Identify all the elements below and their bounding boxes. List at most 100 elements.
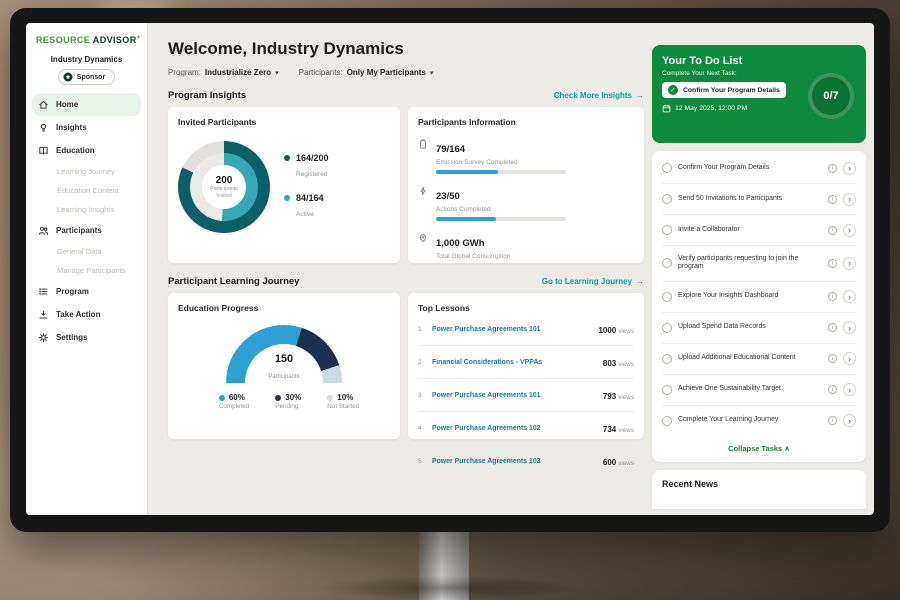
pending-label: Pending (275, 403, 301, 410)
lesson-rank: 4 (418, 425, 425, 432)
info-icon[interactable]: i (828, 259, 837, 268)
program-dropdown[interactable]: Program: Industrialize Zero ▾ (168, 68, 279, 77)
consumption-value: 1,000 GWh (436, 238, 485, 249)
book-icon (38, 145, 49, 156)
task-checkbox[interactable] (662, 194, 672, 204)
legend-not-started: 10% Not Started (317, 393, 359, 410)
task-label: Complete Your Learning Journey (678, 416, 822, 425)
emission-survey-value: 79/164 (436, 144, 465, 155)
sponsor-badge[interactable]: Sponsor (58, 69, 115, 85)
education-card-title: Education Progress (178, 303, 390, 313)
lesson-row: 4 Power Purchase Agreements 102 734views (418, 412, 634, 445)
check-more-insights-link[interactable]: Check More Insights → (554, 91, 644, 100)
page-title: Welcome, Industry Dynamics (168, 39, 644, 59)
task-checkbox[interactable] (662, 258, 672, 268)
info-icon[interactable]: i (828, 292, 837, 301)
lesson-link[interactable]: Power Purchase Agreements 101 (432, 326, 591, 333)
task-checkbox[interactable] (662, 354, 672, 364)
lesson-link[interactable]: Financial Considerations - VPPAs (432, 359, 596, 366)
task-checkbox[interactable] (662, 416, 672, 426)
task-row-send-invitations[interactable]: Send 50 Invitations to Participants i › (662, 184, 856, 215)
sidebar-item-home[interactable]: Home (32, 93, 141, 116)
task-row-upload-educational-content[interactable]: Upload Additional Educational Content i … (662, 344, 856, 375)
task-checkbox[interactable] (662, 292, 672, 302)
chevron-right-icon[interactable]: › (843, 162, 856, 175)
sidebar-item-settings[interactable]: Settings (26, 326, 147, 349)
lesson-link[interactable]: Power Purchase Agreements 102 (432, 425, 596, 432)
sidebar-item-label: Home (56, 100, 78, 109)
completed-label: Completed (219, 403, 249, 410)
chevron-up-icon: ∧ (784, 444, 790, 453)
info-icon[interactable]: i (828, 164, 837, 173)
task-row-achieve-target[interactable]: Achieve One Sustainability Target i › (662, 375, 856, 406)
sidebar-item-learning-journey[interactable]: Learning Journey (26, 162, 147, 181)
info-icon[interactable]: i (828, 416, 837, 425)
task-checkbox[interactable] (662, 385, 672, 395)
sidebar-item-participants[interactable]: Participants (26, 219, 147, 242)
participants-information-card: Participants Information 79/164 Emission… (408, 107, 644, 263)
due-date: 12 May 2025, 12:00 PM (675, 105, 747, 112)
collapse-tasks-link[interactable]: Collapse Tasks ∧ (662, 436, 856, 460)
task-row-confirm-program[interactable]: Confirm Your Program Details i › (662, 153, 856, 184)
chevron-right-icon[interactable]: › (843, 352, 856, 365)
actions-completed-row: 23/50 Actions Completed (418, 186, 634, 221)
task-row-invite-collaborator[interactable]: Invite a Collaborator i › (662, 215, 856, 246)
sidebar-item-take-action[interactable]: Take Action (26, 303, 147, 326)
todo-title: Your To Do List (662, 55, 856, 67)
chevron-right-icon[interactable]: › (843, 257, 856, 270)
chevron-right-icon[interactable]: › (843, 414, 856, 427)
task-row-verify-participants[interactable]: Verify participants requesting to join t… (662, 246, 856, 282)
sidebar-item-learning-insights[interactable]: Learning Insights (26, 200, 147, 219)
sidebar-item-insights[interactable]: Insights (26, 116, 147, 139)
brand-logo: RESOURCE ADVISOR+ (26, 23, 147, 47)
sidebar-item-manage-participants[interactable]: Manage Participants (26, 261, 147, 280)
go-to-learning-journey-link[interactable]: Go to Learning Journey → (542, 277, 644, 286)
actions-completed-value: 23/50 (436, 191, 460, 202)
stand-shadow (320, 576, 580, 600)
task-list-card: Confirm Your Program Details i › Send 50… (652, 151, 866, 462)
info-icon[interactable]: i (828, 226, 837, 235)
survey-icon (418, 139, 428, 149)
participants-dropdown[interactable]: Participants: Only My Participants ▾ (299, 68, 434, 77)
home-icon (38, 99, 49, 110)
task-checkbox[interactable] (662, 225, 672, 235)
task-checkbox[interactable] (662, 163, 672, 173)
info-icon[interactable]: i (828, 354, 837, 363)
sidebar-item-general-data[interactable]: General Data (26, 242, 147, 261)
chevron-right-icon[interactable]: › (843, 383, 856, 396)
next-task-pill[interactable]: ✓ Confirm Your Program Details (662, 82, 786, 98)
people-icon (38, 225, 49, 236)
chevron-right-icon[interactable]: › (843, 224, 856, 237)
active-label: Active (296, 211, 314, 218)
info-icon[interactable]: i (828, 385, 837, 394)
participants-value: Only My Participants (347, 68, 426, 77)
lesson-views-value: 1000 (598, 326, 616, 335)
task-checkbox[interactable] (662, 323, 672, 333)
lesson-link[interactable]: Power Purchase Agreements 103 (432, 458, 596, 465)
top-lessons-title: Top Lessons (418, 303, 634, 313)
sidebar-item-program[interactable]: Program (26, 280, 147, 303)
gauge-center: 150 Participants (226, 353, 342, 383)
education-legend: 60% Completed 30% Pending (209, 393, 359, 410)
chevron-right-icon[interactable]: › (843, 321, 856, 334)
chevron-right-icon[interactable]: › (843, 193, 856, 206)
learning-journey-header: Participant Learning Journey Go to Learn… (168, 276, 644, 287)
legend-active: 84/164 Active (284, 193, 329, 221)
lesson-link[interactable]: Power Purchase Agreements 101 (432, 392, 596, 399)
invited-center-value: 200 (216, 175, 233, 186)
todo-panel: Your To Do List Complete Your Next Task:… (652, 45, 866, 515)
task-row-upload-spend-data[interactable]: Upload Spend Data Records i › (662, 313, 856, 344)
chevron-right-icon[interactable]: › (843, 290, 856, 303)
task-row-explore-insights[interactable]: Explore Your Insights Dashboard i › (662, 282, 856, 313)
info-icon[interactable]: i (828, 323, 837, 332)
education-gauge-chart: 150 Participants (226, 325, 342, 383)
sidebar-item-education[interactable]: Education (26, 139, 147, 162)
legend-completed: 60% Completed (209, 393, 249, 410)
info-icon[interactable]: i (828, 195, 837, 204)
filter-bar: Program: Industrialize Zero ▾ Participan… (168, 68, 644, 77)
task-label: Verify participants requesting to join t… (678, 255, 822, 273)
task-row-complete-learning-journey[interactable]: Complete Your Learning Journey i › (662, 406, 856, 436)
sidebar-item-label: Insights (56, 123, 87, 132)
sidebar-item-education-content[interactable]: Education Content (26, 181, 147, 200)
download-icon (38, 309, 49, 320)
